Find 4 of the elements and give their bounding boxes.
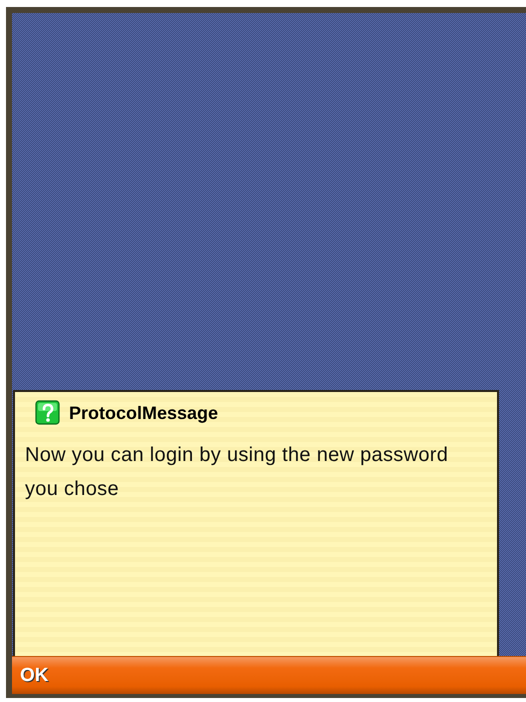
- ok-softkey[interactable]: OK: [12, 664, 56, 686]
- dialog-title: ProtocolMessage: [69, 402, 218, 424]
- dialog-message: Now you can login by using the new password you chose: [25, 443, 450, 502]
- question-icon: [35, 400, 61, 426]
